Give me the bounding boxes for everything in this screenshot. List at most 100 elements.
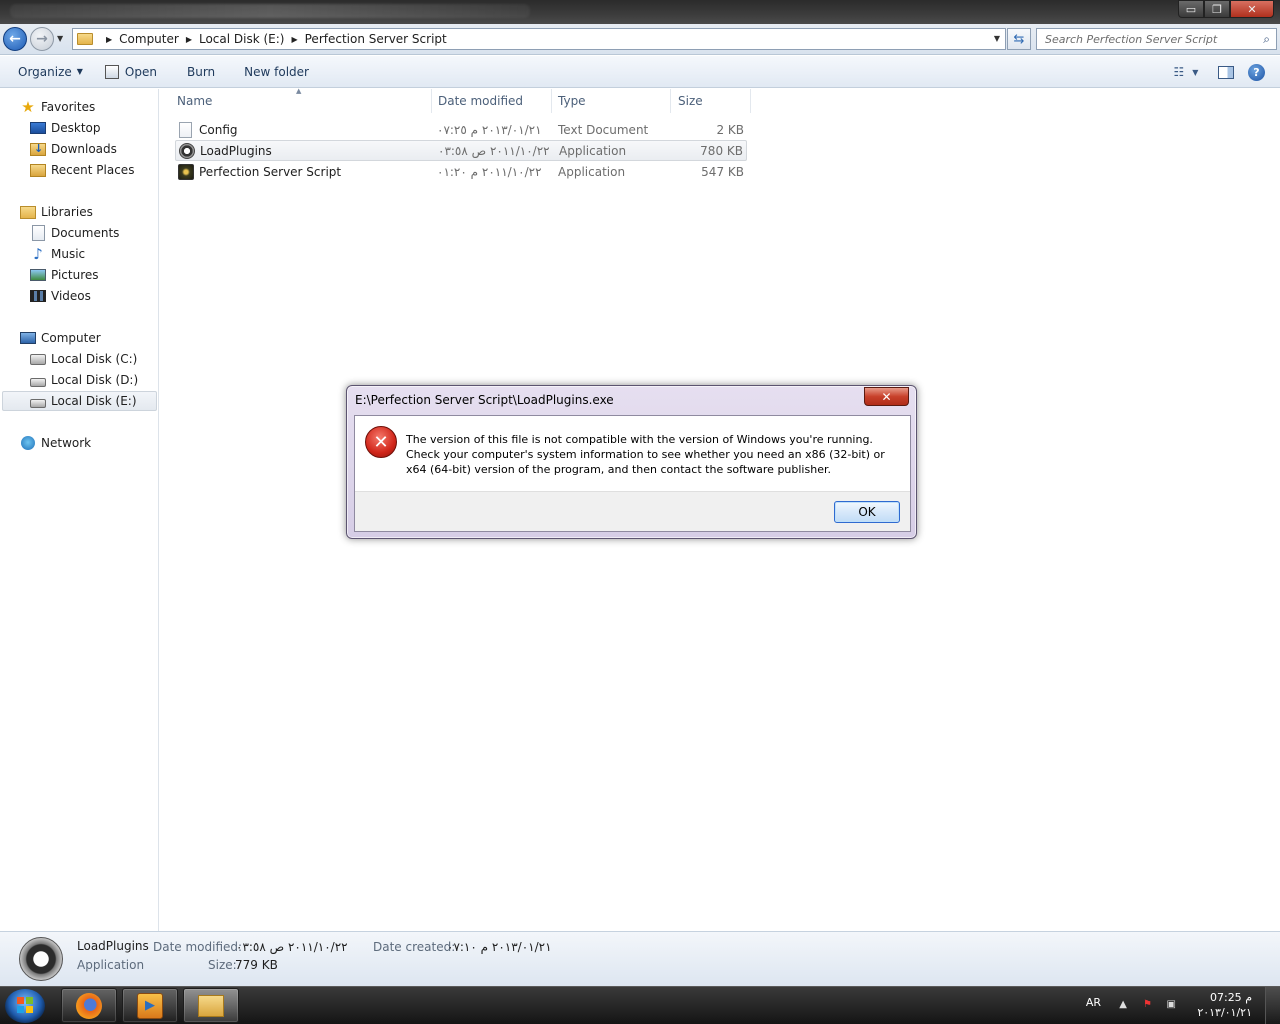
file-size: 547 KB bbox=[701, 164, 744, 179]
search-icon[interactable]: ⌕ bbox=[1263, 32, 1270, 47]
nav-favorites[interactable]: ★ Favorites bbox=[20, 97, 95, 117]
breadcrumb-computer[interactable]: Computer bbox=[119, 32, 179, 46]
organize-label: Organize bbox=[18, 64, 72, 79]
nav-network[interactable]: Network bbox=[20, 433, 91, 453]
column-header-type[interactable]: Type bbox=[552, 89, 671, 113]
hard-drive-icon bbox=[30, 398, 46, 408]
nav-item-music[interactable]: ♪ Music bbox=[30, 244, 85, 264]
column-header-name[interactable]: Name ▲ bbox=[160, 87, 432, 113]
search-box[interactable]: ⌕ bbox=[1036, 28, 1277, 50]
computer-icon bbox=[20, 332, 36, 344]
file-type: Application bbox=[558, 164, 626, 179]
title-bar-glass bbox=[10, 4, 530, 18]
nav-item-desktop[interactable]: Desktop bbox=[30, 118, 101, 138]
taskbar-media-player[interactable] bbox=[122, 988, 178, 1023]
help-icon[interactable]: ? bbox=[1248, 63, 1265, 81]
action-center-icon[interactable]: ⚑ bbox=[1143, 999, 1152, 1010]
burn-button[interactable]: Burn bbox=[187, 65, 215, 79]
recent-pages-dropdown[interactable]: ▼ bbox=[57, 34, 63, 43]
window-title-bar: ▭ ❐ ✕ bbox=[0, 0, 1280, 24]
nav-item-label: Documents bbox=[51, 226, 120, 240]
nav-item-label: Desktop bbox=[51, 121, 101, 135]
chevron-right-icon[interactable]: ▶ bbox=[291, 35, 297, 44]
dialog-message: The version of this file is not compatib… bbox=[406, 433, 885, 476]
search-input[interactable] bbox=[1045, 32, 1245, 46]
details-size-label: Size: bbox=[208, 958, 237, 972]
ok-button[interactable]: OK bbox=[834, 501, 900, 523]
address-bar[interactable]: ▶ Computer ▶ Local Disk (E:) ▶ Perfectio… bbox=[72, 28, 1006, 50]
nav-item-label: Pictures bbox=[51, 268, 99, 282]
details-date-created: ٢٠١٣/٠١/٢١ م ٠٧:١٠ bbox=[447, 940, 552, 954]
clock-date: ٢٠١٣/٠١/٢١ bbox=[1197, 1006, 1252, 1019]
refresh-button[interactable]: ⇆ bbox=[1007, 28, 1031, 50]
media-player-icon bbox=[137, 993, 163, 1019]
language-indicator[interactable]: AR bbox=[1086, 996, 1101, 1009]
minimize-button[interactable]: ▭ bbox=[1178, 0, 1204, 18]
column-size-label: Size bbox=[678, 94, 703, 108]
details-date-modified-label: Date modified: bbox=[153, 940, 243, 954]
windows-logo-icon bbox=[17, 997, 33, 1013]
maximize-button[interactable]: ❐ bbox=[1204, 0, 1230, 18]
address-dropdown-icon[interactable]: ▼ bbox=[994, 34, 1000, 43]
dialog-message-area: ✕ The version of this file is not compat… bbox=[355, 416, 910, 492]
change-view-button[interactable]: ☷ ▼ bbox=[1168, 65, 1204, 79]
nav-item-downloads[interactable]: Downloads bbox=[30, 139, 117, 159]
network-tray-icon[interactable]: ▣ bbox=[1167, 999, 1176, 1010]
clock-time: 07:25 م bbox=[1209, 991, 1252, 1004]
chevron-right-icon[interactable]: ▶ bbox=[106, 35, 112, 44]
nav-item-documents[interactable]: Documents bbox=[30, 223, 119, 243]
nav-item-label: Recent Places bbox=[51, 163, 135, 177]
new-folder-button[interactable]: New folder bbox=[244, 65, 309, 79]
breadcrumb: ▶ Computer ▶ Local Disk (E:) ▶ Perfectio… bbox=[99, 32, 447, 46]
hard-drive-icon bbox=[30, 377, 46, 387]
show-hidden-icons-icon[interactable]: ▲ bbox=[1119, 999, 1127, 1010]
breadcrumb-perfection-server-script[interactable]: Perfection Server Script bbox=[305, 32, 447, 46]
file-size: 780 KB bbox=[700, 143, 743, 158]
nav-item-local-disk-c[interactable]: Local Disk (C:) bbox=[30, 349, 137, 369]
recent-places-icon bbox=[30, 163, 46, 177]
file-date: ٢٠١١/١٠/٢٢ ص ٠٣:٥٨ bbox=[438, 143, 550, 158]
breadcrumb-local-disk-e[interactable]: Local Disk (E:) bbox=[199, 32, 285, 46]
file-row-perfection-server-script[interactable]: Perfection Server Script ٢٠١١/١٠/٢٢ م ٠١… bbox=[175, 161, 747, 182]
nav-libraries[interactable]: Libraries bbox=[20, 202, 93, 222]
forward-button[interactable]: → bbox=[30, 27, 54, 51]
back-button[interactable]: ← bbox=[3, 27, 27, 51]
open-button[interactable]: Open bbox=[104, 64, 157, 79]
nav-item-local-disk-e[interactable]: Local Disk (E:) bbox=[2, 391, 157, 411]
taskbar-explorer[interactable] bbox=[183, 988, 239, 1023]
error-dialog: E:\Perfection Server Script\LoadPlugins.… bbox=[346, 385, 917, 539]
chevron-right-icon[interactable]: ▶ bbox=[186, 35, 192, 44]
nav-computer[interactable]: Computer bbox=[20, 328, 101, 348]
preview-pane-icon[interactable] bbox=[1218, 65, 1234, 79]
script-app-icon bbox=[178, 163, 194, 180]
star-icon: ★ bbox=[21, 98, 35, 116]
window-controls: ▭ ❐ ✕ bbox=[1178, 0, 1274, 18]
show-desktop-button[interactable] bbox=[1265, 987, 1280, 1024]
file-row-loadplugins[interactable]: LoadPlugins ٢٠١١/١٠/٢٢ ص ٠٣:٥٨ Applicati… bbox=[175, 140, 747, 161]
file-row-config[interactable]: Config ٢٠١٣/٠١/٢١ م ٠٧:٢٥ Text Document … bbox=[175, 119, 747, 140]
nav-item-recent-places[interactable]: Recent Places bbox=[30, 160, 134, 180]
taskbar-firefox[interactable] bbox=[61, 988, 117, 1023]
nav-item-label: Music bbox=[51, 247, 86, 261]
libraries-icon bbox=[20, 205, 36, 219]
explorer-icon bbox=[198, 995, 224, 1017]
file-size: 2 KB bbox=[716, 122, 744, 137]
clock[interactable]: 07:25 م ٢٠١٣/٠١/٢١ bbox=[1197, 990, 1252, 1020]
column-date-label: Date modified bbox=[438, 94, 524, 108]
file-name: Config bbox=[178, 121, 238, 138]
caret-down-icon: ▼ bbox=[76, 67, 83, 76]
nav-item-pictures[interactable]: Pictures bbox=[30, 265, 99, 285]
start-button[interactable] bbox=[5, 989, 45, 1023]
nav-item-videos[interactable]: Videos bbox=[30, 286, 91, 306]
dialog-close-button[interactable]: ✕ bbox=[864, 387, 909, 406]
column-type-label: Type bbox=[558, 94, 586, 108]
address-row: ← → ▼ ▶ Computer ▶ Local Disk (E:) ▶ Per… bbox=[0, 24, 1280, 55]
close-button[interactable]: ✕ bbox=[1230, 0, 1274, 18]
column-header-date[interactable]: Date modified bbox=[432, 89, 552, 113]
nav-item-local-disk-d[interactable]: Local Disk (D:) bbox=[30, 370, 138, 390]
details-pane: LoadPlugins Application Date modified: ٢… bbox=[0, 931, 1280, 986]
organize-button[interactable]: Organize ▼ bbox=[18, 65, 83, 79]
column-header-size[interactable]: Size bbox=[671, 89, 751, 113]
nav-network-label: Network bbox=[41, 436, 92, 450]
burn-label: Burn bbox=[186, 64, 216, 79]
